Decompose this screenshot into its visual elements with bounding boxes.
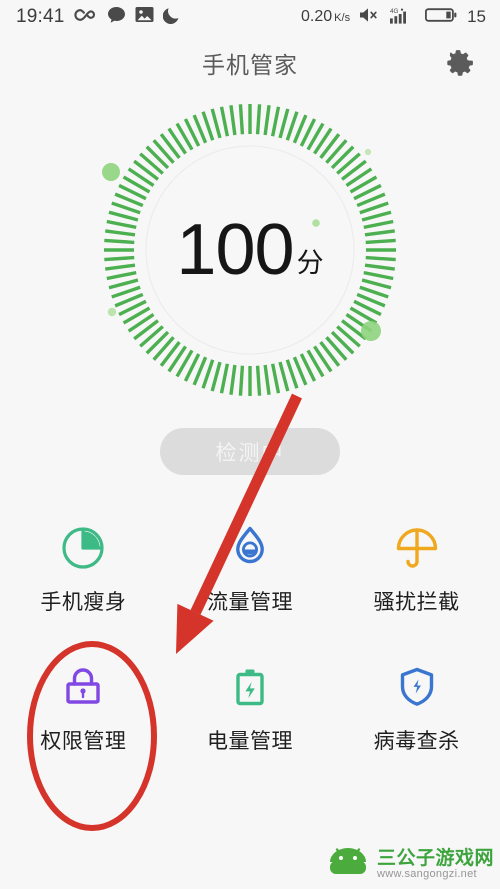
feature-item-data-usage[interactable]: 流量管理 [167,521,334,616]
signal-bars-icon: 4G [390,6,416,29]
infinity-icon [73,7,98,28]
chat-bubble-icon [107,6,126,29]
feature-grid: 手机瘦身 流量管理 骚扰拦截 权限管理 电量管理 病毒查杀 [0,521,500,755]
feature-label: 权限管理 [40,730,127,753]
water-drop-icon [225,521,275,575]
watermark-url: www.sangongzi.net [376,867,477,880]
feature-item-battery-management[interactable]: 电量管理 [167,660,334,755]
page-title: 手机管家 [202,52,298,78]
score-ring-gauge [102,104,396,396]
watermark-text: 三公子游戏网 www.sangongzi.net [376,847,494,880]
pie-chart-icon [58,521,108,575]
lock-icon [58,660,108,714]
status-bar-left: 19:41 [16,6,180,29]
watermark: 三公子游戏网 www.sangongzi.net [326,846,494,883]
feature-label: 电量管理 [206,730,293,753]
shield-bolt-icon [392,660,442,714]
battery-bolt-icon [225,660,275,714]
feature-label: 手机瘦身 [40,591,127,614]
moon-icon [162,6,180,29]
feature-label: 流量管理 [206,591,293,614]
network-speed-value: 0.20 [301,8,333,25]
network-speed-unit: K/s [334,12,351,24]
watermark-title: 三公子游戏网 [376,847,494,869]
battery-icon [425,7,457,28]
status-bar: 19:41 0.20 K/s 4G 15 [0,0,500,34]
score-section: 100 分 [0,92,500,432]
feature-item-permission-management[interactable]: 权限管理 [0,660,167,755]
status-time: 19:41 [16,6,65,27]
feature-label: 病毒查杀 [373,730,460,753]
speaker-mute-icon [359,7,381,28]
battery-level: 15 [467,7,486,26]
status-bar-right: 0.20 K/s 4G 15 [301,6,486,29]
feature-item-harassment-blocking[interactable]: 骚扰拦截 [333,521,500,616]
network-speed: 0.20 K/s [301,8,350,26]
action-row: 检测中 [0,428,500,475]
score-inner-guide-circle [145,145,355,355]
feature-item-phone-slimming[interactable]: 手机瘦身 [0,521,167,616]
android-mascot-icon [326,846,370,883]
score-ring-ticks [104,104,396,396]
umbrella-icon [392,521,442,575]
photo-icon [135,6,154,28]
gear-icon[interactable] [444,48,474,78]
app-bar: 手机管家 [0,34,500,92]
feature-item-virus-scan[interactable]: 病毒查杀 [333,660,500,755]
feature-label: 骚扰拦截 [373,591,460,614]
svg-text:4G: 4G [390,8,399,15]
scan-button[interactable]: 检测中 [160,428,340,475]
